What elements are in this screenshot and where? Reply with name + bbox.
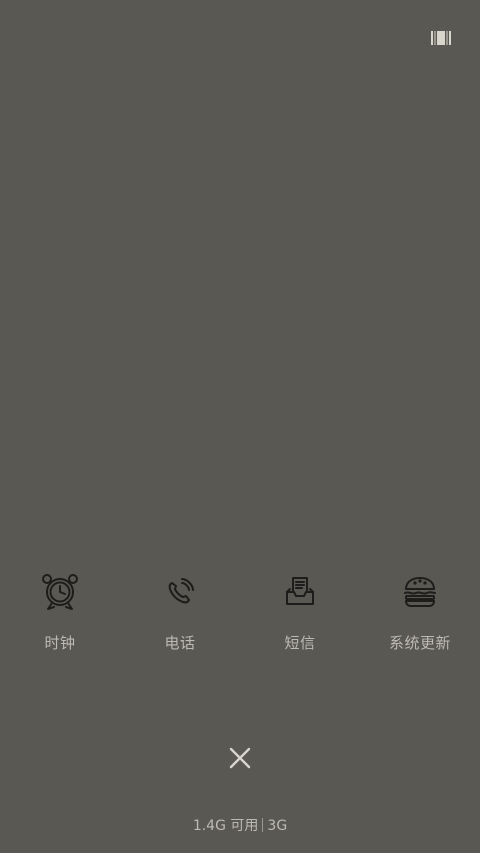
- memory-available-text: 1.4G 可用: [192, 818, 259, 834]
- message-inbox-icon: [278, 570, 322, 614]
- app-label-clock: 时钟: [44, 634, 76, 652]
- network-type-text: 3G: [267, 818, 288, 834]
- burger-icon: [398, 570, 442, 614]
- recent-apps-row: 时钟 电话 短信 系统更新: [0, 570, 480, 670]
- app-label-phone: 电话: [164, 634, 196, 652]
- close-button[interactable]: [225, 743, 255, 773]
- app-clock[interactable]: 时钟: [0, 570, 120, 670]
- app-label-system-update: 系统更新: [388, 634, 451, 652]
- app-messages[interactable]: 短信: [240, 570, 360, 670]
- alarm-clock-icon: [38, 570, 82, 614]
- app-phone[interactable]: 电话: [120, 570, 240, 670]
- phone-icon: [158, 570, 202, 614]
- status-divider: [262, 818, 264, 832]
- close-icon: [229, 747, 251, 769]
- barcode-icon[interactable]: [431, 30, 451, 46]
- memory-status: 1.4G 可用 3G: [0, 815, 480, 835]
- app-system-update[interactable]: 系统更新: [360, 570, 480, 670]
- app-label-messages: 短信: [284, 634, 316, 652]
- recent-apps-overlay: 时钟 电话 短信 系统更新 1.4G 可用 3G: [0, 0, 480, 853]
